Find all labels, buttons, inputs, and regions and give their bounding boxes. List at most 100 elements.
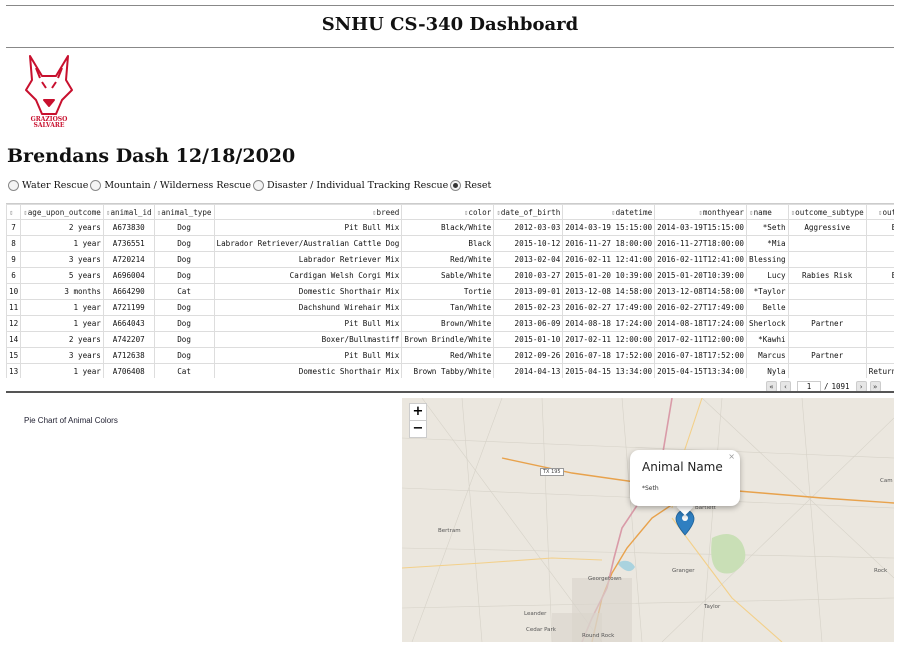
table-cell[interactable]: Dog bbox=[153, 315, 215, 332]
table-cell[interactable]: *Mia bbox=[746, 235, 789, 252]
table-cell[interactable]: A742207 bbox=[102, 331, 155, 348]
table-cell[interactable]: Black/White bbox=[401, 219, 495, 236]
table-cell[interactable]: 2015-01-10 bbox=[493, 331, 564, 348]
table-cell[interactable]: Pit Bull Mix bbox=[213, 219, 403, 236]
table-cell[interactable]: A696004 bbox=[102, 267, 155, 284]
table-cell[interactable]: 2017-02-11 12:00:00 bbox=[562, 331, 656, 348]
table-cell[interactable]: 9 bbox=[6, 251, 22, 268]
table-cell[interactable]: Dachshund Wirehair Mix bbox=[213, 299, 403, 316]
table-cell[interactable]: Adoption bbox=[865, 283, 894, 300]
radio-option-disaster-individual-tracking-rescue[interactable]: Disaster / Individual Tracking Rescue bbox=[253, 180, 448, 191]
table-cell[interactable]: Adoption bbox=[865, 251, 894, 268]
table-cell[interactable]: Black bbox=[401, 235, 495, 252]
table-cell[interactable]: Red/White bbox=[401, 251, 495, 268]
table-row[interactable]: 13 1 year A706408 Cat Domestic Shorthair Mix… bbox=[6, 363, 894, 378]
table-cell[interactable]: Pit Bull Mix bbox=[213, 347, 403, 364]
table-cell[interactable]: Adoption bbox=[865, 299, 894, 316]
table-cell[interactable]: Return to Owner bbox=[865, 363, 894, 378]
table-row[interactable]: 14 2 years A742207 Dog Boxer/Bullmastiff Brow… bbox=[6, 331, 894, 348]
table-cell[interactable]: 3 years bbox=[20, 251, 104, 268]
table-cell[interactable]: 2015-04-15 13:34:00 bbox=[562, 363, 656, 378]
table-cell[interactable]: 2016-11-27T18:00:00 bbox=[654, 235, 748, 252]
table-cell[interactable]: 1 year bbox=[20, 315, 104, 332]
table-cell[interactable]: Sable/White bbox=[401, 267, 495, 284]
table-cell[interactable]: 2016-07-18 17:52:00 bbox=[562, 347, 656, 364]
radio-circle-icon[interactable] bbox=[8, 180, 19, 191]
table-cell[interactable]: 5 years bbox=[20, 267, 104, 284]
table-cell[interactable]: 2013-12-08 14:58:00 bbox=[562, 283, 656, 300]
table-cell[interactable]: 2015-10-12 bbox=[493, 235, 564, 252]
column-header[interactable]: ⇕monthyear bbox=[654, 204, 748, 220]
radio-option-mountain-wilderness-rescue[interactable]: Mountain / Wilderness Rescue bbox=[90, 180, 251, 191]
table-cell[interactable]: Cardigan Welsh Corgi Mix bbox=[213, 267, 403, 284]
sort-icon[interactable]: ⇕ bbox=[9, 208, 14, 217]
table-cell[interactable]: 2014-08-18 17:24:00 bbox=[562, 315, 656, 332]
table-cell[interactable]: Blessing bbox=[746, 251, 789, 268]
table-cell[interactable]: A664043 bbox=[102, 315, 155, 332]
table-row[interactable]: 11 1 year A721199 Dog Dachshund Wirehair Mix… bbox=[6, 299, 894, 316]
table-cell[interactable]: 3 years bbox=[20, 347, 104, 364]
table-cell[interactable]: Brown Brindle/White bbox=[401, 331, 495, 348]
table-cell[interactable]: Transfer bbox=[865, 315, 894, 332]
popup-close-icon[interactable]: × bbox=[728, 452, 735, 461]
table-cell[interactable]: A736551 bbox=[102, 235, 155, 252]
table-cell[interactable]: Aggressive bbox=[787, 219, 867, 236]
column-header[interactable]: ⇕outcome_type bbox=[865, 204, 894, 220]
table-cell[interactable]: 7 bbox=[6, 219, 22, 236]
column-header[interactable]: ⇕age_upon_outcome bbox=[20, 204, 104, 220]
table-cell[interactable] bbox=[787, 299, 867, 316]
table-cell[interactable]: Domestic Shorthair Mix bbox=[213, 363, 403, 378]
table-cell[interactable]: Pit Bull Mix bbox=[213, 315, 403, 332]
table-cell[interactable]: Euthanasia bbox=[865, 267, 894, 284]
table-cell[interactable]: *Taylor bbox=[746, 283, 789, 300]
table-cell[interactable]: Dog bbox=[153, 251, 215, 268]
table-row[interactable]: 72 years A673830 Dog Pit Bull Mix Black/Whit… bbox=[6, 219, 894, 236]
table-cell[interactable]: 2016-02-27T17:49:00 bbox=[654, 299, 748, 316]
table-cell[interactable]: 1 year bbox=[20, 299, 104, 316]
table-cell[interactable]: 8 bbox=[6, 235, 22, 252]
table-cell[interactable]: 2013-02-04 bbox=[493, 251, 564, 268]
table-cell[interactable]: A664290 bbox=[102, 283, 155, 300]
table-cell[interactable]: Labrador Retriever Mix bbox=[213, 251, 403, 268]
table-cell[interactable]: 2015-02-23 bbox=[493, 299, 564, 316]
table-cell[interactable]: 2014-08-18T17:24:00 bbox=[654, 315, 748, 332]
table-cell[interactable]: Dog bbox=[153, 331, 215, 348]
table-cell[interactable]: 2015-01-20 10:39:00 bbox=[562, 267, 656, 284]
table-cell[interactable]: 2 years bbox=[20, 331, 104, 348]
column-header[interactable]: ⇕color bbox=[401, 204, 495, 220]
column-header[interactable]: ⇕breed bbox=[213, 204, 403, 220]
zoom-out-button[interactable]: − bbox=[409, 420, 427, 438]
table-cell[interactable]: 10 bbox=[6, 283, 22, 300]
table-cell[interactable]: Lucy bbox=[746, 267, 789, 284]
table-cell[interactable]: Dog bbox=[153, 299, 215, 316]
table-cell[interactable]: 2016-02-27 17:49:00 bbox=[562, 299, 656, 316]
table-cell[interactable]: Domestic Shorthair Mix bbox=[213, 283, 403, 300]
table-cell[interactable]: Cat bbox=[153, 363, 215, 378]
table-cell[interactable]: 2016-02-11T12:41:00 bbox=[654, 251, 748, 268]
table-cell[interactable]: Tan/White bbox=[401, 299, 495, 316]
radio-option-water-rescue[interactable]: Water Rescue bbox=[8, 180, 88, 191]
table-row[interactable]: 93 years A720214 Dog Labrador Retriever Mix… bbox=[6, 251, 894, 268]
table-cell[interactable]: Dog bbox=[153, 347, 215, 364]
table-cell[interactable]: 2013-06-09 bbox=[493, 315, 564, 332]
table-cell[interactable]: 2016-11-27 18:00:00 bbox=[562, 235, 656, 252]
table-cell[interactable]: 2010-03-27 bbox=[493, 267, 564, 284]
table-cell[interactable]: Transfer bbox=[865, 347, 894, 364]
radio-circle-icon[interactable] bbox=[450, 180, 462, 191]
table-cell[interactable]: 2016-02-11 12:41:00 bbox=[562, 251, 656, 268]
table-cell[interactable]: 2016-07-18T17:52:00 bbox=[654, 347, 748, 364]
table-cell[interactable]: A712638 bbox=[102, 347, 155, 364]
column-header[interactable]: ⇕animal_type bbox=[153, 204, 215, 220]
table-cell[interactable]: Labrador Retriever/Australian Cattle Dog bbox=[213, 235, 403, 252]
table-cell[interactable]: A706408 bbox=[102, 363, 155, 378]
radio-circle-icon[interactable] bbox=[90, 180, 102, 191]
animal-location-map[interactable]: TX 195 Bertram Bartlett Georgetown Round… bbox=[402, 398, 894, 642]
table-cell[interactable]: A673830 bbox=[102, 219, 155, 236]
table-cell[interactable]: Adoption bbox=[865, 331, 894, 348]
table-cell[interactable]: 2014-04-13 bbox=[493, 363, 564, 378]
table-cell[interactable]: A721199 bbox=[102, 299, 155, 316]
table-cell[interactable]: *Seth bbox=[746, 219, 789, 236]
table-cell[interactable] bbox=[787, 283, 867, 300]
table-cell[interactable]: 2015-04-15T13:34:00 bbox=[654, 363, 748, 378]
table-row[interactable]: 81 year A736551 Dog Labrador Retriever/Aust… bbox=[6, 235, 894, 252]
